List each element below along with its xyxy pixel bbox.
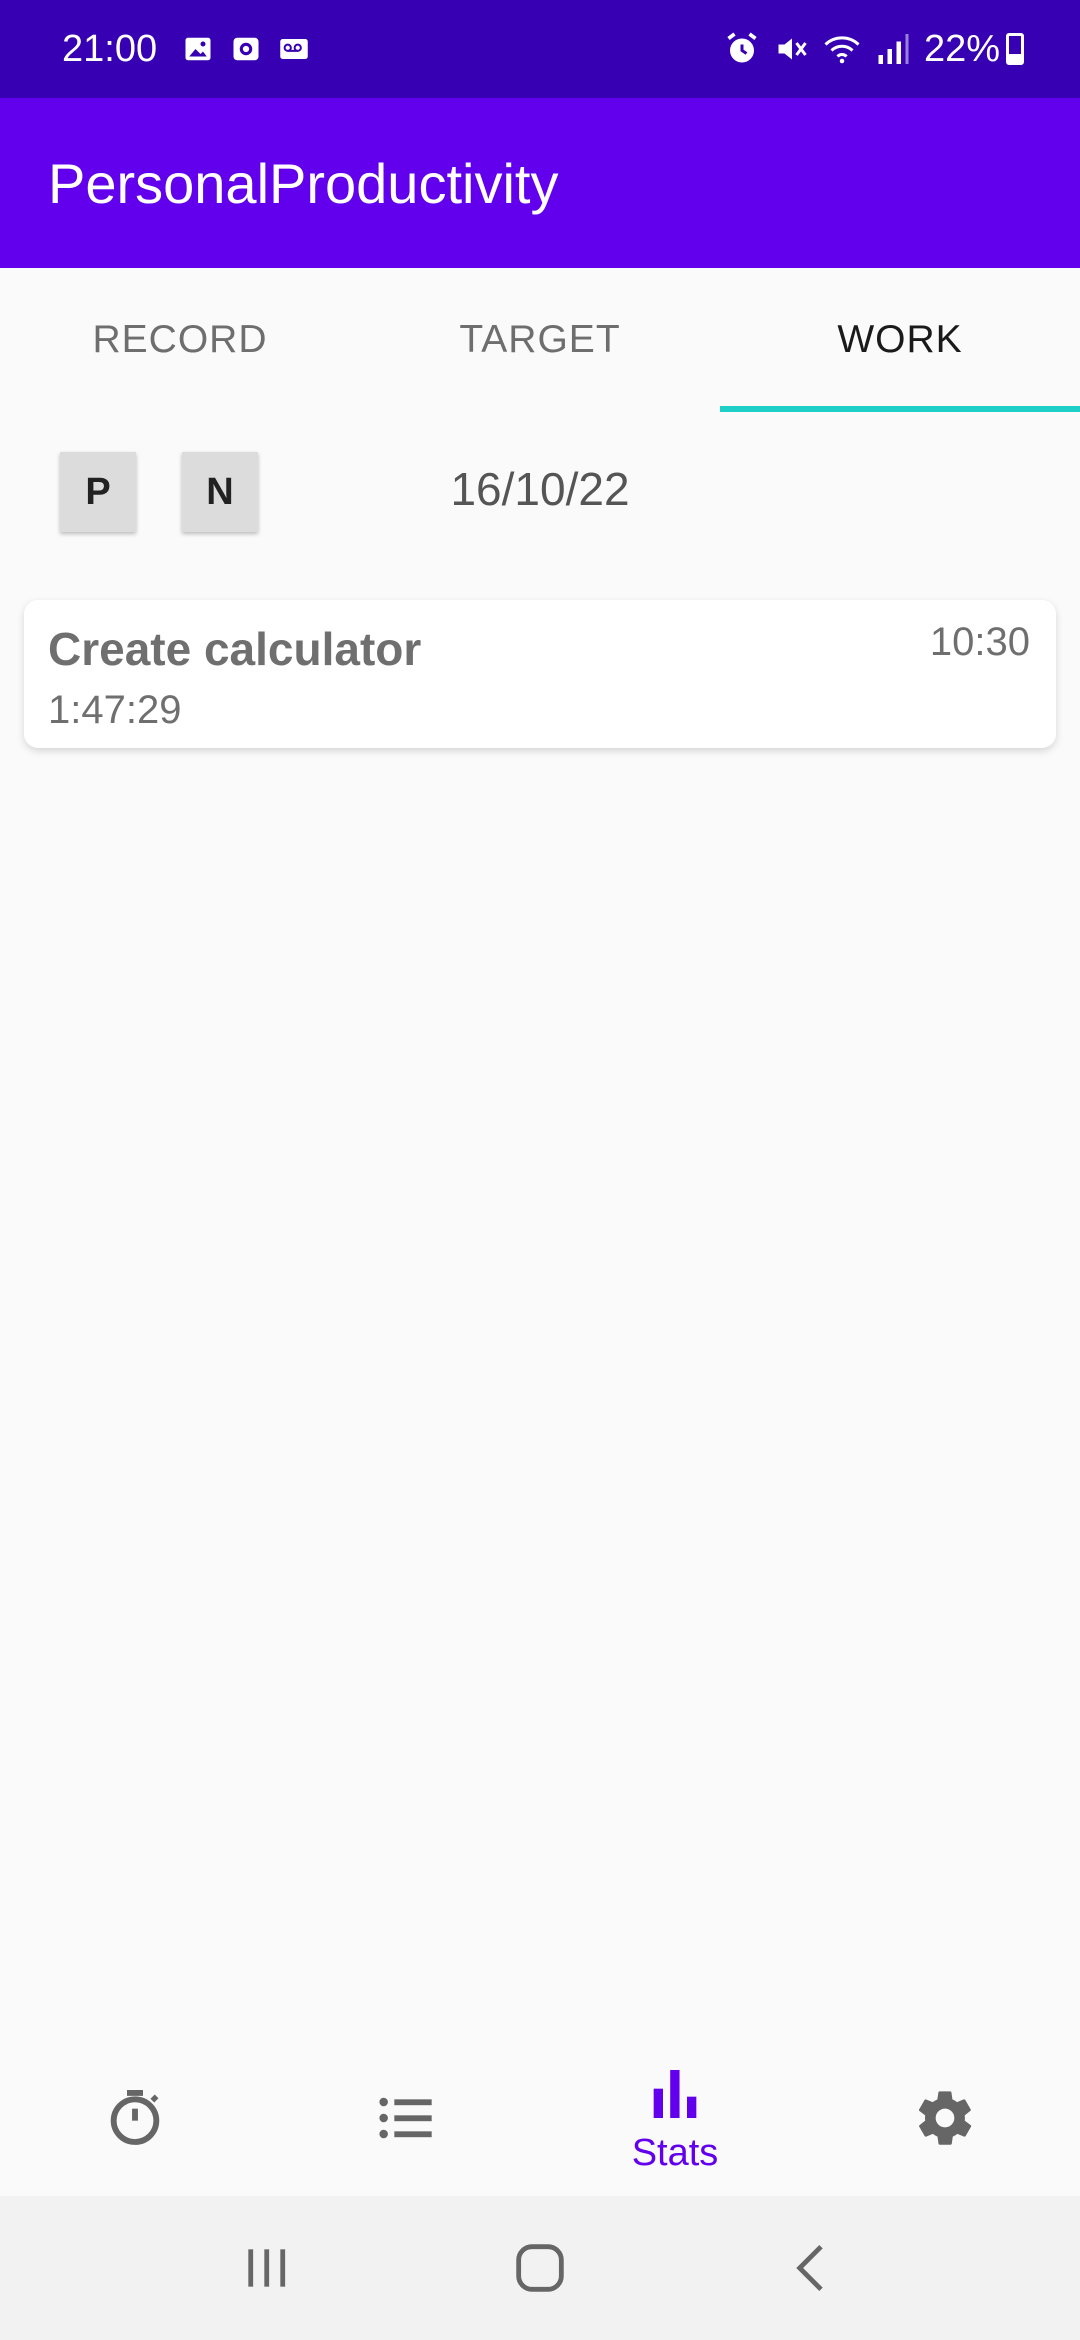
previous-day-button[interactable]: P (60, 452, 136, 532)
timer-icon (103, 2086, 167, 2150)
app-title: PersonalProductivity (48, 151, 559, 215)
tab-work[interactable]: WORK (720, 268, 1080, 412)
list-icon (373, 2086, 437, 2150)
tab-record[interactable]: RECORD (0, 268, 360, 412)
app-bar: PersonalProductivity (0, 98, 1080, 268)
next-day-button[interactable]: N (182, 452, 258, 532)
back-icon (796, 2244, 824, 2292)
status-bar: 21:00 22% (0, 0, 1080, 98)
nav-settings[interactable] (810, 2040, 1080, 2196)
gallery-icon (183, 34, 213, 64)
alarm-icon (724, 31, 760, 67)
stats-icon (643, 2062, 707, 2126)
home-icon (516, 2244, 564, 2292)
work-entry-card[interactable]: Create calculator 1:47:29 10:30 (24, 600, 1056, 748)
status-left: 21:00 (62, 28, 327, 71)
tab-bar: RECORD TARGET WORK (0, 268, 1080, 412)
voicemail-icon (279, 34, 309, 64)
home-button[interactable] (508, 2236, 572, 2300)
screen-record-icon (231, 34, 261, 64)
status-right: 22% (724, 28, 1024, 71)
nav-stats[interactable]: Stats (540, 2040, 810, 2196)
current-date: 16/10/22 (450, 463, 630, 515)
battery-percentage: 22% (923, 27, 1000, 70)
entry-start-time: 10:30 (929, 620, 1030, 664)
signal-icon (874, 31, 910, 67)
settings-icon (913, 2086, 977, 2150)
nav-list[interactable] (270, 2040, 540, 2196)
back-button[interactable] (781, 2236, 845, 2300)
system-navigation-bar (0, 2196, 1080, 2340)
recent-apps-icon (247, 2249, 285, 2287)
tab-target[interactable]: TARGET (360, 268, 720, 412)
wifi-icon (824, 31, 860, 67)
nav-stats-label: Stats (631, 2131, 719, 2174)
status-time: 21:00 (62, 27, 158, 70)
mute-icon (774, 31, 810, 67)
entry-title: Create calculator (48, 623, 422, 675)
battery-icon (1006, 33, 1024, 65)
recent-apps-button[interactable] (235, 2236, 299, 2300)
nav-timer[interactable] (0, 2040, 270, 2196)
bottom-navigation: Stats (0, 2040, 1080, 2196)
entry-duration: 1:47:29 (48, 688, 182, 732)
date-navigator: P N 16/10/22 (0, 412, 1080, 572)
